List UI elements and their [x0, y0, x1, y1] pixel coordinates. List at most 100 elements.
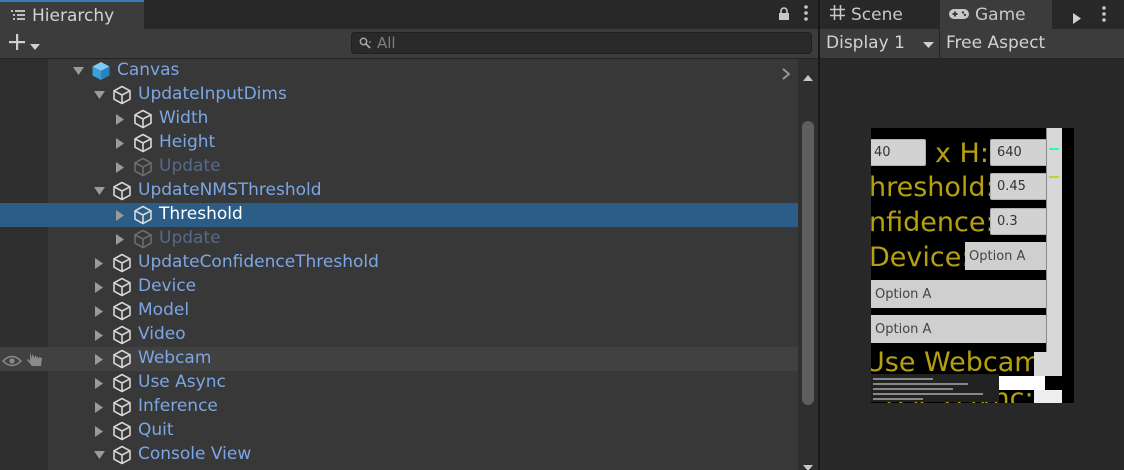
confidence-input[interactable]: 0.3 — [990, 208, 1050, 235]
foldout-expanded-icon[interactable] — [93, 185, 105, 197]
hierarchy-row[interactable]: UpdateNMSThreshold — [0, 179, 798, 203]
hierarchy-tab[interactable]: Hierarchy — [0, 0, 144, 29]
width-input[interactable]: 40 — [871, 139, 926, 166]
game-tab-bar: Scene Game — [820, 0, 1124, 29]
scroll-down-icon[interactable] — [803, 456, 813, 470]
game-more-options-icon[interactable] — [1102, 6, 1106, 26]
hierarchy-row[interactable]: Console View — [0, 443, 798, 467]
foldout-collapsed-icon[interactable] — [114, 209, 126, 221]
hierarchy-tab-bar: Hierarchy — [0, 0, 818, 29]
hierarchy-row-label: Console View — [138, 444, 252, 464]
foldout-collapsed-icon[interactable] — [114, 233, 126, 245]
hierarchy-row-label: Webcam — [138, 348, 212, 368]
visibility-eye-icon[interactable] — [1, 352, 23, 371]
foldout-collapsed-icon[interactable] — [93, 353, 105, 365]
hierarchy-row-label: Canvas — [117, 60, 180, 80]
game-viewport[interactable]: 40 x H: 640 hreshold: 0.45 nfidence: 0.3… — [871, 128, 1074, 403]
scroll-up-icon[interactable] — [803, 66, 813, 85]
confidence-label: nfidence: — [871, 207, 995, 238]
scrollbar-thumb[interactable] — [802, 121, 814, 405]
gameobject-icon — [112, 181, 132, 201]
display-dropdown[interactable]: Display 1 — [826, 33, 934, 53]
foldout-collapsed-icon[interactable] — [114, 113, 126, 125]
hierarchy-row[interactable]: Video — [0, 323, 798, 347]
create-dropdown-button[interactable] — [8, 33, 40, 55]
gameobject-icon — [112, 277, 132, 297]
hierarchy-row[interactable]: Update — [0, 227, 798, 251]
hierarchy-row[interactable]: Use Async — [0, 371, 798, 395]
caret-down-icon — [30, 35, 40, 54]
foldout-collapsed-icon[interactable] — [114, 137, 126, 149]
model-dropdown[interactable]: Option A — [871, 280, 1051, 308]
gameobject-icon — [133, 205, 153, 225]
foldout-expanded-icon[interactable] — [93, 449, 105, 461]
foldout-collapsed-icon[interactable] — [93, 305, 105, 317]
hierarchy-row[interactable]: UpdateConfidenceThreshold — [0, 251, 798, 275]
hierarchy-row[interactable]: Canvas — [0, 59, 798, 83]
hierarchy-row-label: Height — [159, 132, 216, 152]
async-toggle[interactable] — [1034, 390, 1062, 403]
preview-scrollbar[interactable] — [1046, 128, 1062, 376]
webcam-toggle[interactable] — [1034, 352, 1048, 376]
gameobject-icon — [112, 301, 132, 321]
gameobject-icon — [133, 109, 153, 129]
grid-icon — [830, 5, 845, 24]
display-label: Display 1 — [826, 33, 905, 53]
lock-icon[interactable] — [778, 6, 790, 25]
tab-game[interactable]: Game — [940, 0, 1052, 29]
foldout-expanded-icon[interactable] — [93, 89, 105, 101]
gameobject-icon — [112, 253, 132, 273]
hierarchy-row[interactable]: Update — [0, 155, 798, 179]
foldout-collapsed-icon[interactable] — [93, 377, 105, 389]
nms-label: hreshold: — [871, 172, 995, 203]
play-arrow-icon[interactable] — [1073, 9, 1081, 28]
hierarchy-list-icon — [11, 6, 25, 25]
hierarchy-row-label: Quit — [138, 420, 174, 440]
foldout-expanded-icon[interactable] — [72, 65, 84, 77]
chevron-right-icon[interactable] — [782, 65, 791, 84]
webcam-label: Use Webcam: — [871, 347, 1050, 378]
hierarchy-row[interactable]: UpdateInputDims — [0, 83, 798, 107]
hierarchy-search[interactable] — [351, 32, 812, 54]
hierarchy-row-label: UpdateInputDims — [138, 84, 287, 104]
foldout-collapsed-icon[interactable] — [93, 401, 105, 413]
hierarchy-tab-label: Hierarchy — [32, 5, 115, 26]
hierarchy-row[interactable]: Webcam — [0, 347, 798, 371]
hierarchy-row[interactable]: Threshold — [0, 203, 798, 227]
nms-input[interactable]: 0.45 — [990, 173, 1050, 200]
foldout-collapsed-icon[interactable] — [114, 161, 126, 173]
tab-scene[interactable]: Scene — [830, 0, 940, 29]
hierarchy-row-label: Threshold — [159, 204, 243, 224]
foldout-collapsed-icon[interactable] — [93, 329, 105, 341]
hierarchy-row[interactable]: Width — [0, 107, 798, 131]
toolbar-separator — [939, 29, 940, 59]
foldout-collapsed-icon[interactable] — [93, 257, 105, 269]
gamepad-icon — [949, 5, 969, 24]
more-options-icon[interactable] — [804, 5, 808, 25]
hierarchy-row[interactable]: Quit — [0, 419, 798, 443]
hierarchy-row-label: Model — [138, 300, 190, 320]
hierarchy-scrollbar[interactable] — [798, 59, 818, 470]
console-view-preview — [871, 374, 999, 402]
hierarchy-row[interactable]: Model — [0, 299, 798, 323]
hierarchy-row-label: Use Async — [138, 372, 226, 392]
pickable-hand-icon[interactable] — [26, 350, 44, 372]
gameobject-icon — [112, 445, 132, 465]
height-input[interactable]: 640 — [990, 139, 1050, 166]
display-caret-icon — [922, 33, 934, 53]
foldout-collapsed-icon[interactable] — [93, 281, 105, 293]
gameobject-icon — [112, 421, 132, 441]
search-input[interactable] — [377, 34, 797, 52]
game-panel: Scene Game Display 1 Free Aspect 40 x H:… — [820, 0, 1124, 470]
foldout-collapsed-icon[interactable] — [93, 425, 105, 437]
device-dropdown[interactable]: Option A — [965, 242, 1055, 270]
hierarchy-row[interactable]: Device — [0, 275, 798, 299]
aspect-dropdown[interactable]: Free Aspect — [946, 33, 1045, 53]
hierarchy-panel: Hierarchy All Canvas UpdateInputDims Wid… — [0, 0, 818, 470]
canvas-icon — [91, 61, 111, 81]
hierarchy-row-label: Width — [159, 108, 209, 128]
hierarchy-row[interactable]: Height — [0, 131, 798, 155]
video-dropdown[interactable]: Option A — [871, 315, 1051, 343]
gameobject-icon — [133, 157, 153, 177]
hierarchy-row[interactable]: Inference — [0, 395, 798, 419]
